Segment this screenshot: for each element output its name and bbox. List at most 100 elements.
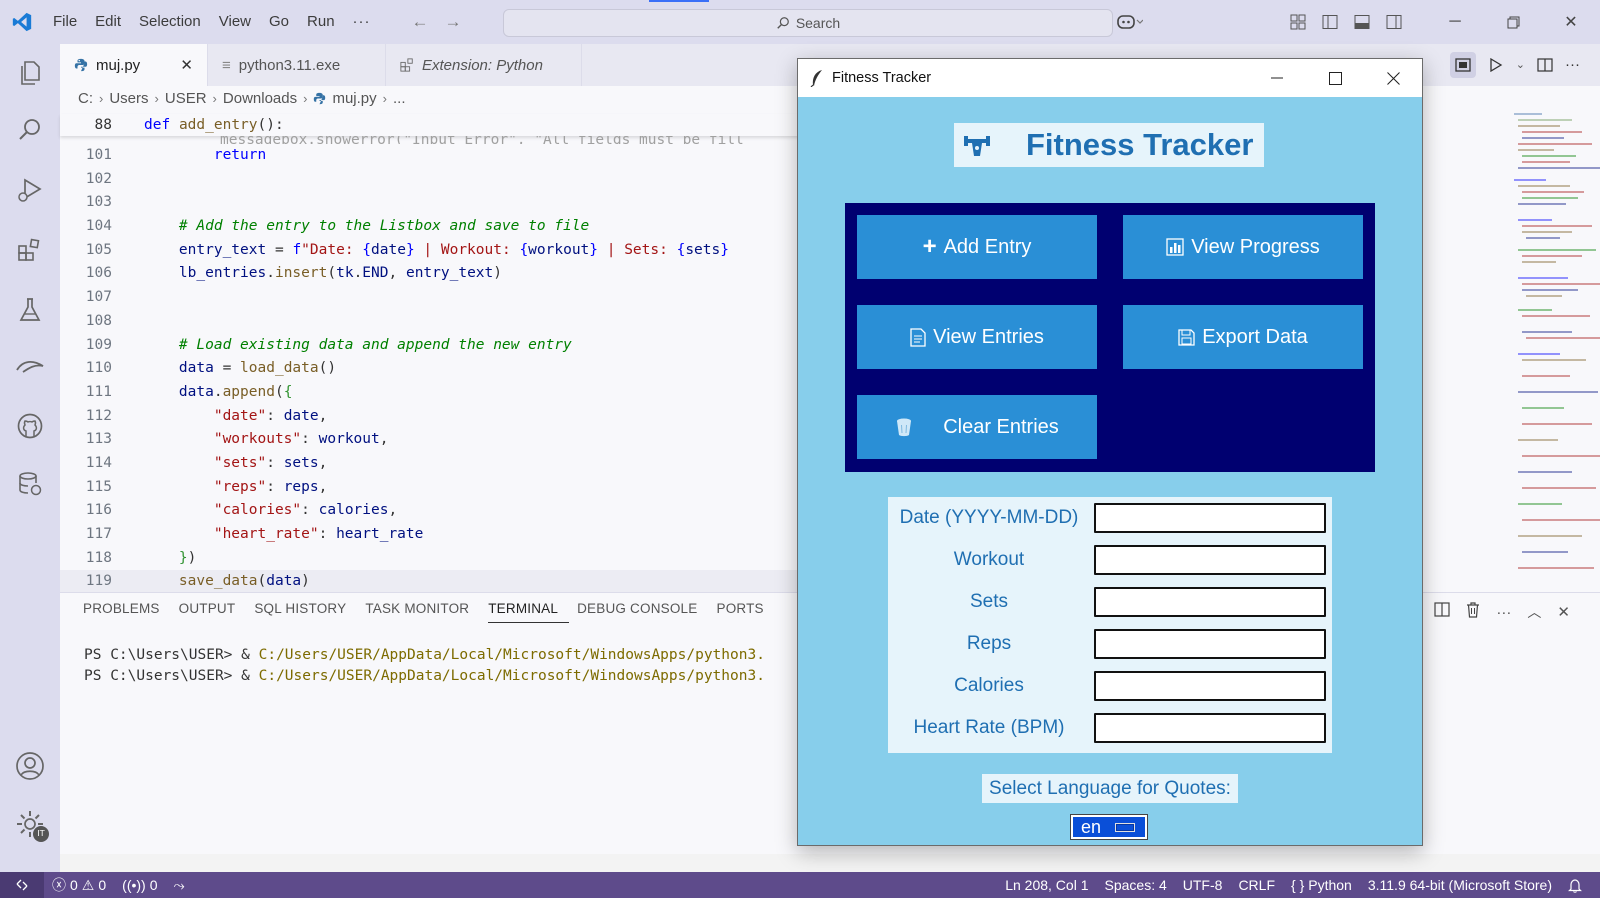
language-optionmenu[interactable]: en — [1070, 814, 1148, 840]
focus-mode-icon[interactable] — [1449, 52, 1476, 78]
language-value: en — [1081, 816, 1102, 837]
code-editor[interactable]: 88 def add_entry(): messagebox.showerror… — [60, 114, 800, 595]
maximize-panel-icon[interactable]: ︿ — [1527, 602, 1541, 622]
line-number: 104 — [85, 218, 112, 235]
entry-form: Date (YYYY-MM-DD) Workout Sets Reps Calo… — [888, 497, 1332, 753]
testing-flask-icon[interactable] — [0, 282, 60, 338]
error-icon: ⓧ — [52, 877, 66, 893]
clear-entries-button[interactable]: Clear Entries — [857, 395, 1097, 459]
close-tab-icon[interactable]: ✕ — [180, 56, 193, 74]
tab-output[interactable]: OUTPUT — [179, 593, 247, 631]
maximize-icon[interactable] — [1306, 59, 1364, 97]
command-center-search[interactable]: Search — [503, 9, 1113, 37]
more-actions-icon[interactable]: ··· — [1496, 604, 1511, 621]
tab-sql-history[interactable]: SQL HISTORY — [254, 593, 357, 631]
toggle-secondary-sidebar-icon[interactable] — [1378, 0, 1410, 44]
remote-indicator[interactable] — [0, 872, 44, 898]
tab-task-monitor[interactable]: TASK MONITOR — [365, 593, 480, 631]
chart-icon — [1166, 238, 1184, 256]
breadcrumb-item[interactable]: Users — [109, 90, 148, 107]
breadcrumb-item[interactable]: C: — [78, 90, 93, 107]
run-dropdown-icon[interactable]: ⌄ — [1516, 52, 1525, 78]
close-window-icon[interactable] — [1364, 59, 1422, 97]
code-text: data = load_data() — [178, 360, 337, 377]
minimize-icon[interactable] — [1248, 59, 1306, 97]
sets-input[interactable] — [1094, 587, 1326, 617]
language-mode[interactable]: { } Python — [1283, 877, 1360, 893]
ports-status[interactable]: ((•)) 0 — [114, 877, 165, 893]
run-debug-icon[interactable] — [0, 162, 60, 218]
end-of-line[interactable]: CRLF — [1230, 877, 1283, 893]
fitness-window-titlebar[interactable]: Fitness Tracker — [798, 59, 1422, 97]
toggle-primary-sidebar-icon[interactable] — [1314, 0, 1346, 44]
reps-label: Reps — [966, 633, 1012, 654]
panel-tabs: PROBLEMS OUTPUT SQL HISTORY TASK MONITOR… — [83, 593, 783, 631]
menu-file[interactable]: File — [44, 0, 86, 44]
date-input[interactable] — [1094, 503, 1326, 533]
more-actions-icon[interactable]: ··· — [1565, 52, 1580, 78]
extensions-icon — [400, 58, 413, 72]
reps-input[interactable] — [1094, 629, 1326, 659]
copilot-icon[interactable] — [1108, 0, 1152, 44]
notifications-bell-icon[interactable] — [1560, 878, 1590, 893]
line-number: 102 — [85, 170, 112, 187]
tab-debug-console[interactable]: DEBUG CONSOLE — [577, 593, 708, 631]
menu-more[interactable]: ··· — [344, 0, 380, 44]
sticky-scroll-line[interactable]: 88 def add_entry(): — [60, 114, 800, 136]
add-entry-button[interactable]: + Add Entry — [857, 215, 1097, 279]
cursor-position[interactable]: Ln 208, Col 1 — [997, 877, 1096, 893]
extensions-icon[interactable] — [0, 222, 60, 278]
split-editor-icon[interactable] — [1531, 52, 1559, 78]
toggle-panel-icon[interactable] — [1346, 0, 1378, 44]
warning-icon: ⚠ — [81, 876, 95, 893]
close-window-icon[interactable]: ✕ — [1542, 0, 1600, 44]
forward-arrow-icon[interactable]: → — [437, 12, 470, 32]
github-icon[interactable] — [0, 398, 60, 454]
tab-python-exe[interactable]: ≡ python3.11.exe — [208, 44, 386, 86]
trash-icon[interactable] — [1466, 601, 1480, 623]
tab-label: muj.py — [96, 56, 141, 74]
close-panel-icon[interactable]: ✕ — [1557, 603, 1570, 621]
python-interpreter[interactable]: 3.11.9 64-bit (Microsoft Store) — [1360, 877, 1560, 893]
account-icon[interactable] — [0, 738, 60, 794]
debug-status-icon[interactable]: ⤳ — [166, 877, 193, 894]
breadcrumb-item[interactable]: muj.py — [332, 90, 376, 107]
tab-extension-python[interactable]: Extension: Python — [386, 44, 582, 86]
menu-go[interactable]: Go — [260, 0, 298, 44]
run-python-icon[interactable] — [1482, 52, 1510, 78]
terminal-output[interactable]: PS C:\Users\USER> & C:/Users/USER/AppDat… — [84, 645, 765, 687]
breadcrumb-item[interactable]: ... — [393, 90, 406, 107]
menu-selection[interactable]: Selection — [130, 0, 210, 44]
back-arrow-icon[interactable]: ← — [404, 12, 437, 32]
tab-muj-py[interactable]: muj.py ✕ — [60, 44, 208, 86]
code-text: data.append({ — [178, 383, 293, 400]
workout-input[interactable] — [1094, 545, 1326, 575]
menu-edit[interactable]: Edit — [86, 0, 130, 44]
indentation[interactable]: Spaces: 4 — [1097, 877, 1175, 893]
calories-input[interactable] — [1094, 671, 1326, 701]
breadcrumb-item[interactable]: Downloads — [223, 90, 297, 107]
tab-ports[interactable]: PORTS — [716, 593, 774, 631]
menu-run[interactable]: Run — [298, 0, 344, 44]
document-icon — [910, 327, 926, 347]
search-sidebar-icon[interactable] — [0, 102, 60, 158]
database-icon[interactable] — [0, 456, 60, 512]
explorer-icon[interactable] — [0, 46, 60, 102]
minimap[interactable] — [1512, 110, 1600, 580]
encoding[interactable]: UTF-8 — [1175, 877, 1231, 893]
breadcrumb-item[interactable]: USER — [165, 90, 207, 107]
restore-icon[interactable] — [1484, 0, 1542, 44]
tab-terminal[interactable]: TERMINAL — [488, 593, 570, 623]
view-progress-button[interactable]: View Progress — [1123, 215, 1363, 279]
minimize-icon[interactable]: ─ — [1426, 0, 1484, 44]
tab-problems[interactable]: PROBLEMS — [83, 593, 171, 631]
problems-status[interactable]: ⓧ 0 ⚠ 0 — [44, 875, 114, 895]
manage-gear-icon[interactable]: IT — [0, 796, 60, 852]
heart-rate-input[interactable] — [1094, 713, 1326, 743]
export-data-button[interactable]: Export Data — [1123, 305, 1363, 369]
customize-layout-icon[interactable] — [1282, 0, 1314, 44]
menu-view[interactable]: View — [210, 0, 260, 44]
view-entries-button[interactable]: View Entries — [857, 305, 1097, 369]
remote-explorer-icon[interactable] — [0, 338, 60, 394]
split-terminal-icon[interactable] — [1434, 602, 1451, 622]
